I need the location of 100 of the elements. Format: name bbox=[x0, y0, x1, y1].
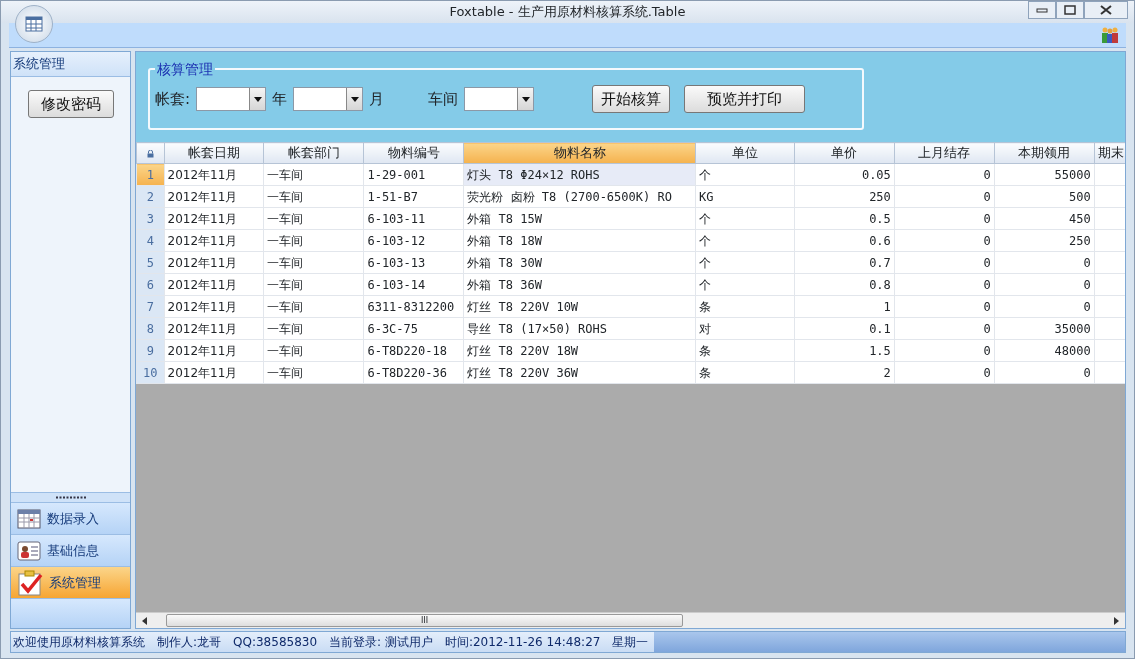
table-cell: 2012年11月 bbox=[164, 295, 264, 318]
table-cell: 250 bbox=[794, 185, 895, 208]
users-icon[interactable] bbox=[1100, 26, 1120, 44]
calendar-icon bbox=[17, 508, 41, 529]
row-number[interactable]: 2 bbox=[136, 185, 165, 208]
table-cell: 55000 bbox=[994, 163, 1095, 186]
table-cell: 0.7 bbox=[794, 251, 895, 274]
table-cell: 一车间 bbox=[264, 339, 364, 362]
column-header[interactable]: 期末 bbox=[1094, 142, 1125, 164]
table-cell: 0 bbox=[894, 163, 995, 186]
table-cell: 一车间 bbox=[264, 229, 364, 252]
table-cell: 0 bbox=[894, 185, 995, 208]
table-cell: 2012年11月 bbox=[164, 361, 264, 384]
row-number[interactable]: 5 bbox=[136, 251, 165, 274]
table-cell: 0 bbox=[994, 273, 1095, 296]
table-cell: 个 bbox=[695, 229, 795, 252]
table-cell: 0.8 bbox=[794, 273, 895, 296]
dropdown-field[interactable] bbox=[196, 87, 267, 111]
dropdown-field[interactable] bbox=[293, 87, 364, 111]
table-cell: 0 bbox=[894, 229, 995, 252]
table-cell: 一车间 bbox=[264, 317, 364, 340]
status-text: 星期一 bbox=[612, 634, 649, 651]
table-cell: 外箱 T8 18W bbox=[463, 229, 696, 252]
action-button[interactable]: 开始核算 bbox=[592, 84, 671, 114]
table-cell: 2012年11月 bbox=[164, 163, 264, 186]
table-cell: 250 bbox=[994, 229, 1095, 252]
status-text: QQ:38585830 bbox=[233, 634, 318, 651]
table-cell: 2012年11月 bbox=[164, 207, 264, 230]
scroll-left-icon[interactable] bbox=[140, 616, 150, 625]
sidebar-item[interactable]: 系统管理 bbox=[11, 566, 130, 598]
table-cell: 0 bbox=[894, 207, 995, 230]
status-text: 欢迎使用原材料核算系统 bbox=[13, 634, 145, 651]
table-cell: KG bbox=[695, 185, 795, 208]
action-button[interactable]: 预览并打印 bbox=[684, 84, 806, 114]
row-number[interactable]: 3 bbox=[136, 207, 165, 230]
row-number[interactable]: 9 bbox=[136, 339, 165, 362]
dropdown-arrow-icon bbox=[350, 96, 359, 102]
table-cell: 48000 bbox=[994, 339, 1095, 362]
app-menu-button[interactable] bbox=[15, 5, 53, 43]
table-cell: 1 bbox=[794, 295, 895, 318]
splitter-grip-icon[interactable] bbox=[54, 496, 87, 499]
status-text: 制作人:龙哥 bbox=[157, 634, 222, 651]
row-number[interactable]: 7 bbox=[136, 295, 165, 318]
status-text: 时间:2012-11-26 14:48:27 bbox=[444, 634, 601, 651]
sidebar-item[interactable]: 数据录入 bbox=[11, 502, 130, 534]
table-cell: 一车间 bbox=[264, 207, 364, 230]
table-cell: 6-103-14 bbox=[363, 273, 464, 296]
group-title: 核算管理 bbox=[155, 59, 215, 80]
table-cell: 对 bbox=[695, 317, 795, 340]
table-icon bbox=[25, 16, 43, 32]
table-cell: 荧光粉 卤粉 T8 (2700-6500K) RO bbox=[463, 185, 696, 208]
field-label: 月 bbox=[369, 88, 385, 110]
table-cell: 条 bbox=[695, 361, 795, 384]
table-cell: 条 bbox=[695, 339, 795, 362]
column-header[interactable]: 物料编号 bbox=[363, 142, 464, 164]
close-button[interactable] bbox=[1084, 1, 1128, 19]
row-number[interactable]: 4 bbox=[136, 229, 165, 252]
column-header[interactable]: 帐套日期 bbox=[164, 142, 264, 164]
dropdown-field[interactable] bbox=[464, 87, 535, 111]
table-cell: 0 bbox=[894, 295, 995, 318]
table-cell: 0 bbox=[894, 317, 995, 340]
change-password-button[interactable]: 修改密码 bbox=[27, 89, 114, 118]
row-number[interactable]: 10 bbox=[136, 361, 165, 384]
panel-header: 系统管理 bbox=[11, 52, 130, 77]
table-cell: 0 bbox=[894, 273, 995, 296]
minimize-button[interactable] bbox=[1028, 1, 1056, 19]
column-header[interactable]: 帐套部门 bbox=[264, 142, 364, 164]
table-cell: 外箱 T8 30W bbox=[463, 251, 696, 274]
table-cell: 导丝 T8 (17×50) ROHS bbox=[463, 317, 696, 340]
table-cell: 0 bbox=[994, 251, 1095, 274]
table-cell: 2012年11月 bbox=[164, 251, 264, 274]
column-header[interactable]: 物料名称 bbox=[463, 142, 696, 164]
table-cell: 0.1 bbox=[794, 317, 895, 340]
column-header[interactable]: 上月结存 bbox=[894, 142, 995, 164]
maximize-button[interactable] bbox=[1056, 1, 1084, 19]
clipboard-check-icon bbox=[17, 569, 43, 596]
column-header[interactable]: 单价 bbox=[794, 142, 895, 164]
column-header[interactable]: 本期领用 bbox=[994, 142, 1095, 164]
table-cell: 2012年11月 bbox=[164, 317, 264, 340]
table-cell: 0 bbox=[994, 361, 1095, 384]
table-cell: 450 bbox=[994, 207, 1095, 230]
table-cell: 一车间 bbox=[264, 361, 364, 384]
table-cell: 灯丝 T8 220V 18W bbox=[463, 339, 696, 362]
scroll-right-icon[interactable] bbox=[1111, 616, 1121, 625]
table-cell: 灯丝 T8 220V 36W bbox=[463, 361, 696, 384]
row-number[interactable]: 8 bbox=[136, 317, 165, 340]
horizontal-scrollbar[interactable]: III bbox=[136, 612, 1125, 628]
table-cell: 外箱 T8 15W bbox=[463, 207, 696, 230]
table-cell: 一车间 bbox=[264, 185, 364, 208]
field-label: 车间 bbox=[428, 88, 459, 110]
table-cell: 2012年11月 bbox=[164, 229, 264, 252]
table-cell: 0.6 bbox=[794, 229, 895, 252]
window-title: Foxtable - 生产用原材料核算系统.Table bbox=[449, 3, 686, 22]
table-cell: 6-3C-75 bbox=[363, 317, 464, 340]
sidebar-item[interactable]: 基础信息 bbox=[11, 534, 130, 566]
column-header[interactable]: 单位 bbox=[695, 142, 795, 164]
table-cell: 0 bbox=[894, 361, 995, 384]
close-icon bbox=[1100, 5, 1112, 15]
table-cell: 1-51-B7 bbox=[363, 185, 464, 208]
row-number[interactable]: 6 bbox=[136, 273, 165, 296]
